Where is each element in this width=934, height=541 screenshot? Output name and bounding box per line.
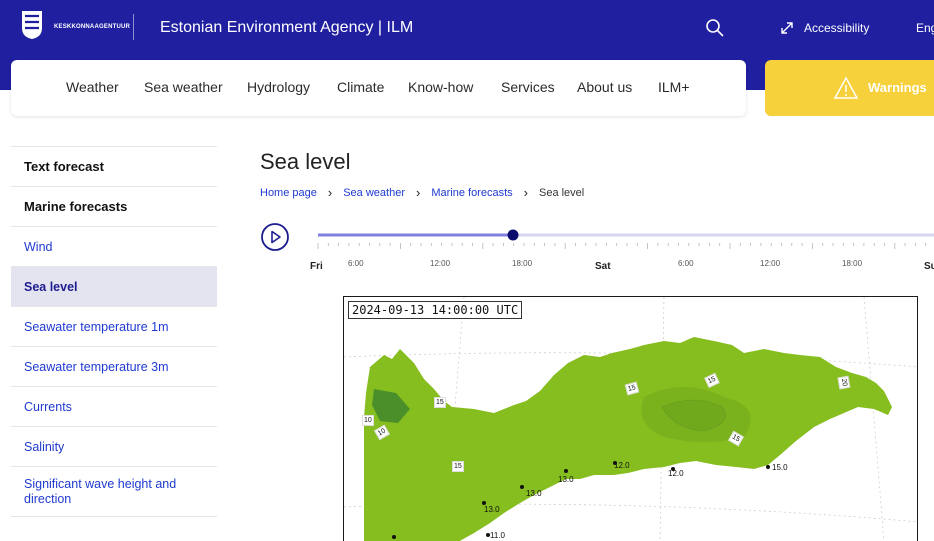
expand-arrows-icon xyxy=(781,22,793,34)
nav-item-ilm-plus[interactable]: ILM+ xyxy=(658,79,690,95)
map-graphic xyxy=(344,297,917,541)
station-value: 12.0 xyxy=(614,461,630,470)
breadcrumb-home[interactable]: Home page xyxy=(260,187,317,199)
nav-item-weather[interactable]: Weather xyxy=(66,79,119,95)
warnings-label: Warnings xyxy=(868,80,927,95)
sidebar-item-salinity[interactable]: Salinity xyxy=(11,427,217,467)
timeline-time: 6:00 xyxy=(348,259,364,268)
nav-item-about-us[interactable]: About us xyxy=(577,79,632,95)
station-value: 13.0 xyxy=(484,505,500,514)
breadcrumb: Home page › Sea weather › Marine forecas… xyxy=(260,185,584,200)
sea-level-map[interactable]: 2024-09-13 14:00:00 UTC 10 10 15 15 15 1… xyxy=(343,296,918,541)
accessibility-button[interactable]: Accessibility xyxy=(780,21,869,35)
timeline-time: 18:00 xyxy=(512,259,533,268)
chevron-right-icon: › xyxy=(415,185,421,200)
sidebar: Text forecast Marine forecasts Wind Sea … xyxy=(11,146,217,517)
sidebar-item-seawater-temp-1m[interactable]: Seawater temperature 1m xyxy=(11,307,217,347)
timeline-time: 12:00 xyxy=(760,259,781,268)
sidebar-item-text-forecast[interactable]: Text forecast xyxy=(11,147,217,187)
warning-triangle-icon xyxy=(833,76,859,99)
nav-item-climate[interactable]: Climate xyxy=(337,79,384,95)
breadcrumb-current: Sea level xyxy=(538,186,585,199)
timeline-handle[interactable] xyxy=(507,229,519,241)
timeline-slider[interactable]: Fri 6:00 12:00 18:00 Sat 6:00 12:00 18:0… xyxy=(300,222,934,277)
page-title: Sea level xyxy=(260,149,351,174)
chevron-right-icon: › xyxy=(327,185,333,200)
station-value: 13.0 xyxy=(558,475,574,484)
agency-small-name[interactable]: KESKKONNAAGENTUUR xyxy=(54,24,130,30)
accessibility-label: Accessibility xyxy=(804,21,870,35)
sidebar-item-wave-height[interactable]: Significant wave height and direction xyxy=(11,467,217,517)
contour-label: 10 xyxy=(362,415,374,426)
contour-label: 15 xyxy=(452,461,464,472)
sidebar-item-marine-forecasts[interactable]: Marine forecasts xyxy=(11,187,217,227)
search-icon[interactable] xyxy=(705,18,725,38)
main-nav: Weather Sea weather Hydrology Climate Kn… xyxy=(11,60,746,116)
sidebar-item-wind[interactable]: Wind xyxy=(11,227,217,267)
contour-label: 20 xyxy=(837,375,851,390)
station-value: 13.0 xyxy=(526,489,542,498)
header-divider xyxy=(133,14,134,40)
timeline-track[interactable] xyxy=(300,222,934,252)
timeline-day-sat: Sat xyxy=(595,261,611,272)
nav-item-sea-weather[interactable]: Sea weather xyxy=(144,79,223,95)
sidebar-item-currents[interactable]: Currents xyxy=(11,387,217,427)
station-value: 11.0 xyxy=(490,531,505,540)
play-icon[interactable] xyxy=(260,222,290,252)
station-value: 15.0 xyxy=(772,463,788,472)
timeline-time: 18:00 xyxy=(842,259,863,268)
sidebar-item-seawater-temp-3m[interactable]: Seawater temperature 3m xyxy=(11,347,217,387)
map-timestamp: 2024-09-13 14:00:00 UTC xyxy=(348,301,523,319)
nav-item-hydrology[interactable]: Hydrology xyxy=(247,79,310,95)
timeline-day-fri: Fri xyxy=(310,261,323,272)
nav-item-know-how[interactable]: Know-how xyxy=(408,79,473,95)
timeline-day-sun: Su xyxy=(924,261,934,272)
sidebar-item-sea-level[interactable]: Sea level xyxy=(11,267,217,307)
contour-label: 15 xyxy=(434,397,446,408)
breadcrumb-marine-forecasts[interactable]: Marine forecasts xyxy=(431,187,512,199)
timeline-time: 6:00 xyxy=(678,259,694,268)
coat-of-arms-icon xyxy=(22,11,42,39)
nav-item-services[interactable]: Services xyxy=(501,79,555,95)
timeline-time: 12:00 xyxy=(430,259,451,268)
site-title[interactable]: Estonian Environment Agency | ILM xyxy=(160,19,413,37)
language-switch[interactable]: Eng xyxy=(916,21,934,35)
chevron-right-icon: › xyxy=(523,185,528,200)
breadcrumb-sea-weather[interactable]: Sea weather xyxy=(343,187,405,199)
station-value: 12.0 xyxy=(668,469,684,478)
warnings-button[interactable]: Warnings xyxy=(765,60,934,116)
